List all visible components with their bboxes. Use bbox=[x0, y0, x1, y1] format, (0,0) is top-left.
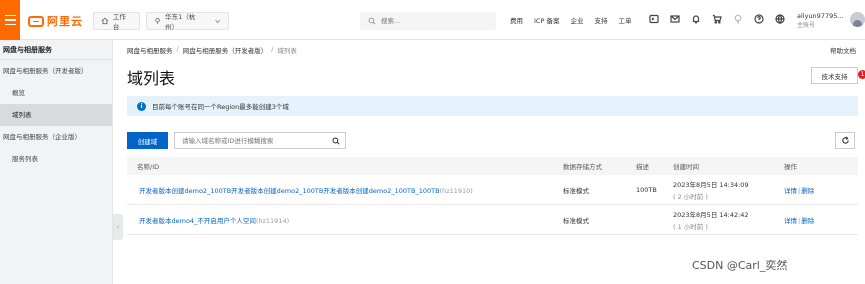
cart-icon[interactable] bbox=[712, 14, 722, 24]
created-time: 2023年8月5日 14:34:09 ( 2 小时前 ) bbox=[673, 180, 749, 201]
sidebar-item-domain-list[interactable]: 域列表 bbox=[0, 104, 112, 126]
region-selector[interactable]: 华东1（杭州） bbox=[146, 12, 229, 31]
tech-support-button[interactable]: 技术支持 bbox=[811, 67, 858, 84]
delete-link[interactable]: 删除 bbox=[801, 217, 814, 225]
column-header-actions: 操作 bbox=[784, 163, 797, 171]
nav-link-billing[interactable]: 费用 bbox=[510, 15, 523, 25]
table-header: 名称/ID 数据存储方式 描述 创建时间 操作 bbox=[127, 157, 858, 175]
header-icons bbox=[649, 14, 785, 24]
globe-icon[interactable] bbox=[775, 14, 785, 24]
user-account[interactable]: aliyun97795... 主账号 bbox=[797, 11, 844, 31]
home-icon bbox=[101, 17, 109, 25]
domain-search bbox=[174, 132, 346, 149]
breadcrumb-separator: / bbox=[271, 45, 274, 53]
sidebar-group-developer[interactable]: 网盘与相册服务（开发者版） bbox=[0, 60, 112, 82]
domain-name-link[interactable]: 开发者版本demo4_不开启用户个人空间(hz11914) bbox=[127, 215, 563, 225]
nav-link-enterprise[interactable]: 企业 bbox=[570, 15, 583, 25]
page-title: 域列表 bbox=[127, 69, 176, 88]
domain-table: 名称/ID 数据存储方式 描述 创建时间 操作 开发者版本创建demo2_100… bbox=[127, 157, 858, 235]
domain-id: (hz11914) bbox=[255, 216, 290, 225]
breadcrumb-current: 域列表 bbox=[277, 47, 297, 55]
notice-text: 目前每个账号在同一个Region最多能创建3个域 bbox=[152, 103, 289, 111]
global-search-input[interactable] bbox=[381, 17, 481, 25]
row-actions: 详情|删除 bbox=[784, 185, 858, 195]
help-icon[interactable] bbox=[754, 14, 764, 24]
column-header-storage-mode: 数据存储方式 bbox=[563, 163, 602, 171]
domain-search-input[interactable] bbox=[175, 136, 327, 145]
breadcrumb: 网盘与相册服务 / 网盘与相册服务（开发者版） / 域列表 bbox=[127, 45, 297, 55]
column-header-description: 描述 bbox=[636, 163, 649, 171]
row-actions: 详情|删除 bbox=[784, 215, 858, 225]
main-content: 网盘与相册服务 / 网盘与相册服务（开发者版） / 域列表 帮助文档 域列表 技… bbox=[113, 40, 865, 284]
top-bar: 阿里云 工作台 华东1（杭州） 费用 ICP 备案 企业 支持 工单 aliyu… bbox=[0, 0, 865, 40]
action-separator: | bbox=[798, 216, 801, 225]
created-time: 2023年8月5日 14:42:42 ( 1 小时前 ) bbox=[673, 210, 749, 231]
workbench-button[interactable]: 工作台 bbox=[93, 12, 140, 31]
create-domain-button[interactable]: 创建域 bbox=[127, 132, 168, 149]
sidebar-group-enterprise[interactable]: 网盘与相册服务（企业版） bbox=[0, 126, 112, 148]
domain-name-link[interactable]: 开发者版本创建demo2_100TB开发者版本创建demo2_100TB开发者版… bbox=[127, 185, 563, 195]
search-icon bbox=[368, 17, 376, 25]
breadcrumb-separator: / bbox=[176, 45, 179, 53]
refresh-icon bbox=[841, 136, 849, 144]
details-link[interactable]: 详情 bbox=[784, 187, 797, 195]
info-icon: i bbox=[137, 101, 146, 111]
nav-link-icp[interactable]: ICP 备案 bbox=[534, 15, 559, 25]
global-search[interactable] bbox=[360, 12, 496, 30]
description: 100TB bbox=[636, 185, 657, 194]
storage-mode: 标准模式 bbox=[563, 216, 589, 225]
refresh-button[interactable] bbox=[835, 132, 855, 149]
nav-link-ticket[interactable]: 工单 bbox=[618, 15, 631, 25]
avatar[interactable] bbox=[850, 12, 865, 27]
table-row: 开发者版本demo4_不开启用户个人空间(hz11914) 标准模式 2023年… bbox=[127, 205, 858, 235]
domain-id: (hz11910) bbox=[439, 186, 473, 195]
menu-icon[interactable] bbox=[0, 0, 20, 40]
table-row: 开发者版本创建demo2_100TB开发者版本创建demo2_100TB开发者版… bbox=[127, 175, 858, 205]
column-header-name: 名称/ID bbox=[137, 163, 160, 171]
help-doc-link[interactable]: 帮助文档 bbox=[830, 45, 856, 55]
watermark: CSDN @Carl_奕然 bbox=[692, 259, 788, 272]
breadcrumb-item[interactable]: 网盘与相册服务 bbox=[127, 45, 173, 55]
sidebar-item-service-list[interactable]: 服务列表 bbox=[0, 148, 112, 170]
location-icon bbox=[155, 18, 160, 24]
notification-badge: 1 bbox=[858, 70, 865, 79]
chevron-down-icon bbox=[215, 20, 220, 23]
bell-icon[interactable] bbox=[691, 14, 701, 24]
header-links: 费用 ICP 备案 企业 支持 工单 bbox=[510, 15, 631, 25]
info-notice: i 目前每个账号在同一个Region最多能创建3个域 bbox=[127, 96, 858, 116]
terminal-icon[interactable] bbox=[649, 14, 659, 24]
aliyun-logo[interactable]: 阿里云 bbox=[28, 13, 83, 29]
column-header-created-time: 创建时间 bbox=[673, 163, 699, 171]
delete-link[interactable]: 删除 bbox=[801, 187, 814, 195]
breadcrumb-item[interactable]: 网盘与相册服务（开发者版） bbox=[183, 45, 268, 55]
logo-icon bbox=[28, 15, 44, 27]
storage-mode: 标准模式 bbox=[563, 186, 589, 195]
search-icon[interactable] bbox=[327, 137, 345, 145]
lightbulb-icon[interactable] bbox=[733, 14, 743, 24]
mail-icon[interactable] bbox=[670, 14, 680, 24]
action-separator: | bbox=[798, 186, 801, 195]
details-link[interactable]: 详情 bbox=[784, 217, 797, 225]
sidebar-item-overview[interactable]: 概览 bbox=[0, 82, 112, 104]
sidebar-title: 网盘与相册服务 bbox=[0, 40, 112, 60]
sidebar: 网盘与相册服务 网盘与相册服务（开发者版） 概览 域列表 网盘与相册服务（企业版… bbox=[0, 40, 113, 284]
nav-link-support[interactable]: 支持 bbox=[594, 15, 607, 25]
